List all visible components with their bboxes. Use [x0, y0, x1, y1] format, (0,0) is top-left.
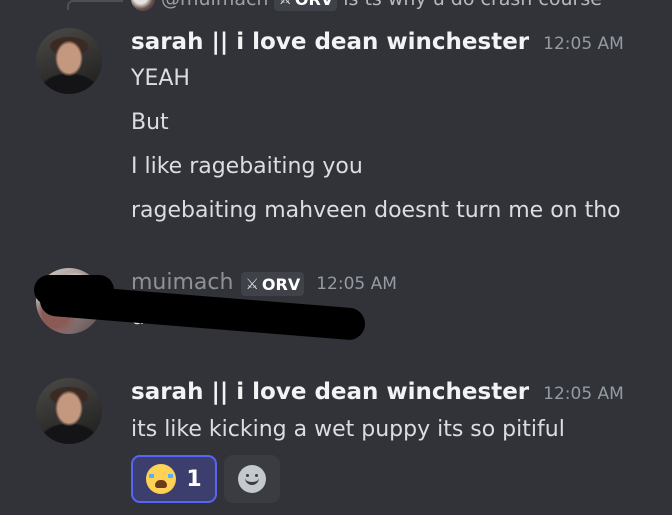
server-tag: ⚔ ORV [241, 272, 305, 296]
timestamp: 12:05 AM [543, 34, 624, 54]
reaction-button[interactable]: 1 [131, 455, 217, 503]
message-text: But [131, 110, 169, 135]
sword-icon: ⚔ [278, 0, 291, 8]
message-header: muimach ⚔ ORV 12:05 AM [131, 270, 397, 296]
message-header: sarah || i love dean winchester 12:05 AM [131, 379, 624, 405]
reaction-count: 1 [186, 466, 202, 492]
avatar[interactable] [36, 378, 102, 444]
add-reaction-button[interactable] [224, 455, 280, 503]
tag-label: ORV [261, 274, 301, 294]
reply-tag-label: ORV [295, 0, 333, 9]
message-text: I like ragebaiting you [131, 154, 363, 179]
message-header: sarah || i love dean winchester 12:05 AM [131, 29, 624, 55]
smiley-icon [238, 465, 266, 493]
timestamp: 12:05 AM [543, 384, 624, 404]
reply-username[interactable]: @muimach [161, 0, 268, 10]
sword-icon: ⚔ [245, 275, 259, 293]
message-text: ragebaiting mahveen doesnt turn me on th… [131, 198, 621, 223]
username[interactable]: sarah || i love dean winchester [131, 29, 529, 55]
message-text: YEAH [131, 66, 190, 91]
reply-connector [67, 0, 123, 10]
reply-server-tag: ⚔ ORV [274, 0, 338, 11]
avatar[interactable] [36, 28, 102, 94]
timestamp: 12:05 AM [316, 274, 397, 294]
username[interactable]: sarah || i love dean winchester [131, 379, 529, 405]
reply-preview[interactable]: @muimach ⚔ ORV is ts why u do crash cour… [131, 0, 602, 11]
message-text: its like kicking a wet puppy its so piti… [131, 417, 565, 442]
reply-text: is ts why u do crash course [343, 0, 602, 10]
reply-avatar [131, 0, 155, 11]
loudly-crying-face-icon [146, 464, 177, 494]
